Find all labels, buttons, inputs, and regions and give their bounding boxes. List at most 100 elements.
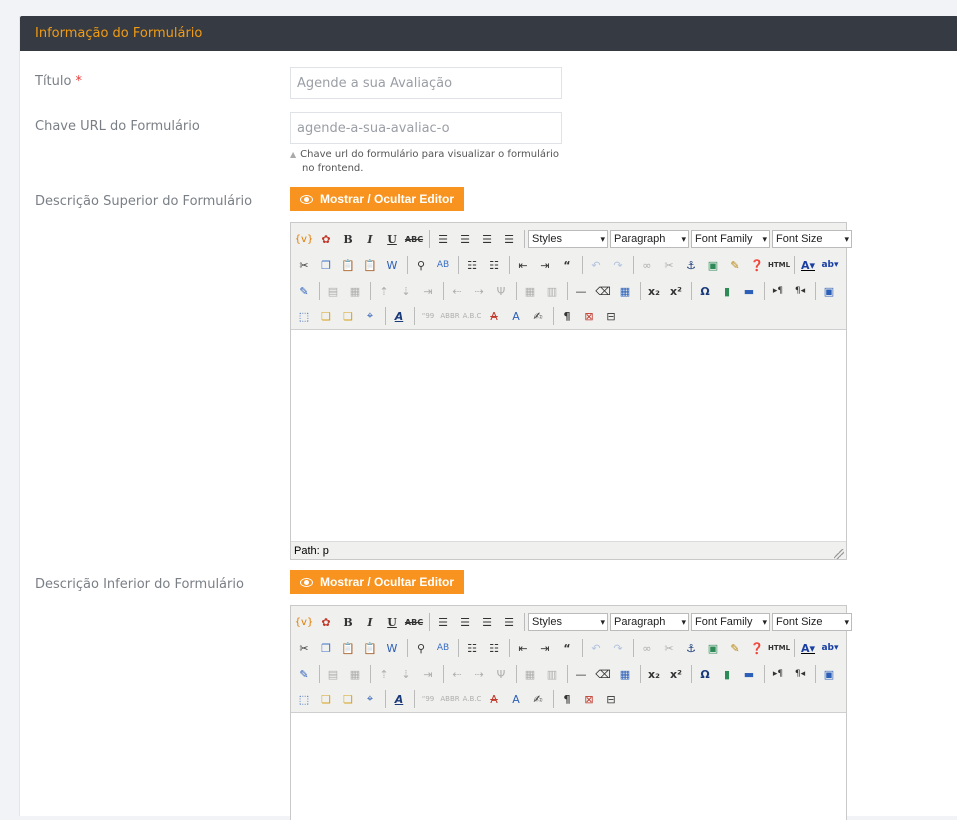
nonbreaking-icon[interactable]: ⊠: [579, 689, 599, 709]
redo-icon[interactable]: ↷: [608, 638, 628, 658]
italic-icon[interactable]: I: [360, 612, 380, 632]
subscript-icon[interactable]: x₂: [644, 281, 664, 301]
align-left-icon[interactable]: ☰: [433, 229, 453, 249]
cell-props-icon[interactable]: ▦: [345, 281, 365, 301]
merge-cells-icon[interactable]: ▥: [542, 664, 562, 684]
delete-col-icon[interactable]: Ψ: [491, 281, 511, 301]
replace-icon[interactable]: AB: [433, 255, 453, 275]
cleanup-icon[interactable]: ✿: [316, 229, 336, 249]
link-icon[interactable]: ∞: [637, 255, 657, 275]
backcolor-icon[interactable]: ab▾: [820, 255, 840, 275]
insert-col-after-icon[interactable]: ⇢: [469, 281, 489, 301]
blockquote-icon[interactable]: “: [557, 255, 577, 275]
paste-word-icon[interactable]: W: [382, 255, 402, 275]
bullet-list-icon[interactable]: ☷: [462, 638, 482, 658]
insert-row-after-icon[interactable]: ⇣: [396, 281, 416, 301]
cite-icon[interactable]: “99: [418, 306, 438, 326]
insert-row-before-icon[interactable]: ⇡: [374, 664, 394, 684]
split-cells-icon[interactable]: ▦: [520, 281, 540, 301]
numbered-list-icon[interactable]: ☷: [484, 638, 504, 658]
align-justify-icon[interactable]: ☰: [499, 612, 519, 632]
table-icon[interactable]: ▦: [615, 664, 635, 684]
template-icon[interactable]: {v}: [294, 612, 314, 632]
cut-icon[interactable]: ✂: [294, 255, 314, 275]
titulo-input[interactable]: Agende a sua Avaliação: [290, 67, 562, 99]
row-props-icon[interactable]: ▤: [323, 281, 343, 301]
strikethrough-icon[interactable]: ABC: [404, 229, 424, 249]
strikethrough-icon[interactable]: ABC: [404, 612, 424, 632]
cleanup-icon[interactable]: ✿: [316, 612, 336, 632]
underline-icon[interactable]: U: [382, 229, 402, 249]
format-select[interactable]: Paragraph: [610, 230, 689, 248]
attribs-icon[interactable]: ✍: [528, 689, 548, 709]
table-icon[interactable]: ▦: [615, 281, 635, 301]
fullscreen-icon[interactable]: ▣: [819, 281, 839, 301]
nonbreaking-icon[interactable]: ⊠: [579, 306, 599, 326]
charmap-icon[interactable]: Ω: [695, 281, 715, 301]
cleanup-brush-icon[interactable]: ✎: [725, 638, 745, 658]
split-cells-icon[interactable]: ▦: [520, 664, 540, 684]
cite-icon[interactable]: “99: [418, 689, 438, 709]
merge-cells-icon[interactable]: ▥: [542, 281, 562, 301]
font-size-select[interactable]: Font Size: [772, 613, 852, 631]
absolute-icon[interactable]: ⌖: [360, 306, 380, 326]
advanced-hr-icon[interactable]: ▬: [739, 281, 759, 301]
insert-layer-icon[interactable]: ⬚: [294, 689, 314, 709]
font-family-select[interactable]: Font Family: [691, 613, 770, 631]
blockquote-icon[interactable]: “: [557, 638, 577, 658]
visualchars-icon[interactable]: ¶: [557, 306, 577, 326]
paste-word-icon[interactable]: W: [382, 638, 402, 658]
html-icon[interactable]: HTML: [768, 255, 790, 275]
subscript-icon[interactable]: x₂: [644, 664, 664, 684]
styles-select[interactable]: Styles: [528, 613, 608, 631]
link-icon[interactable]: ∞: [637, 638, 657, 658]
toggle-editor-button-bottom[interactable]: Mostrar / Ocultar Editor: [290, 570, 464, 594]
toggle-editor-button-top[interactable]: Mostrar / Ocultar Editor: [290, 187, 464, 211]
forecolor-icon[interactable]: A▾: [798, 255, 818, 275]
underline-icon[interactable]: U: [382, 612, 402, 632]
styles-select[interactable]: Styles: [528, 230, 608, 248]
horizontal-rule-icon[interactable]: —: [571, 281, 591, 301]
insert-row-before-icon[interactable]: ⇡: [374, 281, 394, 301]
remove-format-icon[interactable]: ⌫: [593, 664, 613, 684]
align-right-icon[interactable]: ☰: [477, 612, 497, 632]
move-forward-icon[interactable]: ❏: [316, 306, 336, 326]
charmap-icon[interactable]: Ω: [695, 664, 715, 684]
move-backward-icon[interactable]: ❏: [338, 689, 358, 709]
editor-content-area[interactable]: [291, 330, 846, 541]
visualchars-icon[interactable]: ¶: [557, 689, 577, 709]
outdent-icon[interactable]: ⇤: [513, 255, 533, 275]
search-icon[interactable]: ⚲: [411, 255, 431, 275]
del-icon[interactable]: A: [484, 306, 504, 326]
acronym-icon[interactable]: A.B.C: [462, 689, 482, 709]
insert-col-before-icon[interactable]: ⇠: [447, 664, 467, 684]
fullscreen-icon[interactable]: ▣: [819, 664, 839, 684]
styleprops-icon[interactable]: A: [389, 306, 409, 326]
paste-icon[interactable]: 📋: [338, 638, 358, 658]
resize-handle-icon[interactable]: [834, 549, 844, 559]
insert-time-icon[interactable]: ✎: [294, 281, 314, 301]
redo-icon[interactable]: ↷: [608, 255, 628, 275]
chave-url-input[interactable]: agende-a-sua-avaliac-o: [290, 112, 562, 144]
del-icon[interactable]: A: [484, 689, 504, 709]
bullet-list-icon[interactable]: ☷: [462, 255, 482, 275]
superscript-icon[interactable]: x²: [666, 664, 686, 684]
font-size-select[interactable]: Font Size: [772, 230, 852, 248]
move-backward-icon[interactable]: ❏: [338, 306, 358, 326]
acronym-icon[interactable]: A.B.C: [462, 306, 482, 326]
abbr-icon[interactable]: ABBR: [440, 306, 460, 326]
ltr-icon[interactable]: ▸¶: [768, 664, 788, 684]
rtl-icon[interactable]: ¶◂: [790, 281, 810, 301]
ins-icon[interactable]: A: [506, 306, 526, 326]
image-icon[interactable]: ▣: [703, 255, 723, 275]
row-props-icon[interactable]: ▤: [323, 664, 343, 684]
unlink-icon[interactable]: ✂: [659, 255, 679, 275]
editor-content-area[interactable]: [291, 713, 846, 820]
bold-icon[interactable]: B: [338, 612, 358, 632]
align-center-icon[interactable]: ☰: [455, 612, 475, 632]
anchor-icon[interactable]: ⚓: [681, 255, 701, 275]
ins-icon[interactable]: A: [506, 689, 526, 709]
remove-format-icon[interactable]: ⌫: [593, 281, 613, 301]
html-icon[interactable]: HTML: [768, 638, 790, 658]
search-icon[interactable]: ⚲: [411, 638, 431, 658]
